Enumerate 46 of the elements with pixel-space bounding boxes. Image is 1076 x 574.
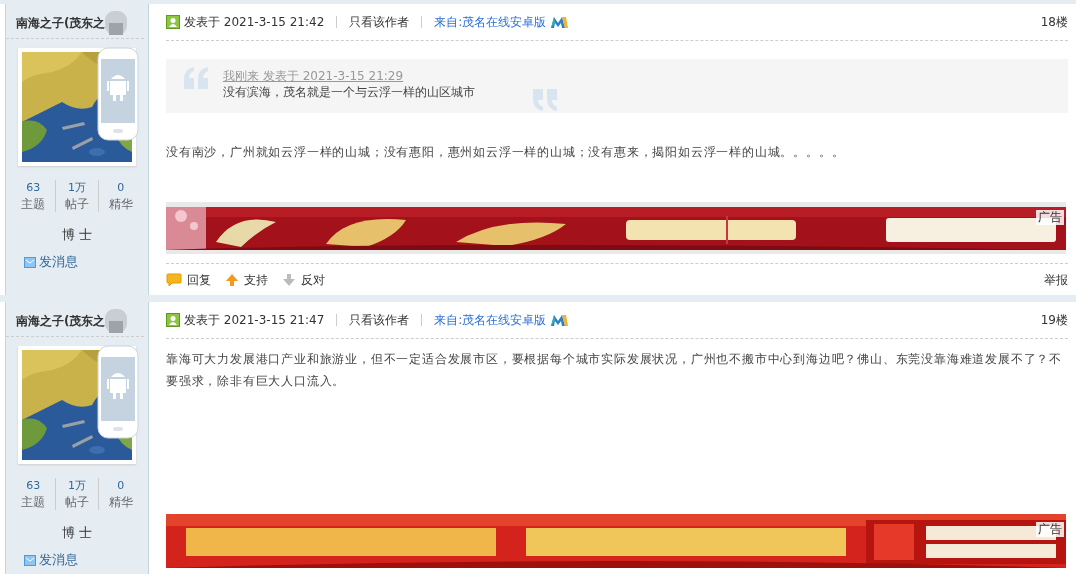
ad-label: 广告 xyxy=(1036,210,1064,225)
stat-value[interactable]: 63 xyxy=(26,180,41,196)
quote-open-icon xyxy=(184,67,210,89)
stat-label: 精华 xyxy=(108,494,133,510)
user-icon xyxy=(166,313,180,327)
send-message-link[interactable]: 发消息 xyxy=(39,253,78,271)
stat-value[interactable]: 1万 xyxy=(68,180,86,196)
speech-bubble-icon xyxy=(166,273,182,287)
quote-text: 没有滨海，茂名就是一个与云浮一样的山区城市 xyxy=(223,84,475,101)
stat-label: 主题 xyxy=(21,494,46,510)
post-time: 发表于 2021-3-15 21:47 xyxy=(184,311,325,329)
author-only-link[interactable]: 只看该作者 xyxy=(349,13,410,31)
stat-value[interactable]: 63 xyxy=(26,478,41,494)
down-button[interactable]: 反对 xyxy=(282,271,325,289)
user-rank: 博 士 xyxy=(60,524,94,542)
report-link[interactable]: 举报 xyxy=(1044,271,1068,289)
envelope-icon xyxy=(24,256,36,268)
source-link[interactable]: 来自:茂名在线安卓版 xyxy=(434,13,547,31)
send-message-link[interactable]: 发消息 xyxy=(39,551,78,569)
stat-label: 主题 xyxy=(21,196,46,212)
stat-value[interactable]: 1万 xyxy=(68,478,86,494)
stat-label: 精华 xyxy=(108,196,133,212)
floor-number[interactable]: 18楼 xyxy=(1040,13,1068,31)
user-rank: 博 士 xyxy=(60,226,94,244)
stat-value[interactable]: 0 xyxy=(117,478,125,494)
ad-label: 广告 xyxy=(1036,522,1064,537)
post-text: 没有南沙，广州就如云浮一样的山城；没有惠阳，惠州如云浮一样的山城；没有惠来，揭阳如云浮一样的山城。。。。。 xyxy=(166,144,846,161)
overlay-icon xyxy=(105,11,128,35)
quote-close-icon xyxy=(531,89,557,111)
floor-number[interactable]: 19楼 xyxy=(1040,311,1068,329)
author-only-link[interactable]: 只看该作者 xyxy=(349,311,410,329)
arrow-down-icon xyxy=(282,273,296,287)
up-button[interactable]: 支持 xyxy=(225,271,268,289)
overlay-icon xyxy=(105,309,128,333)
stat-value[interactable]: 0 xyxy=(117,180,125,196)
post-time: 发表于 2021-3-15 21:42 xyxy=(184,13,325,31)
reply-button[interactable]: 回复 xyxy=(166,271,211,289)
post-text: 靠海可大力发展港口产业和旅游业，但不一定适合发展市区，要根据每个城市实际发展状况，广州也不搬市中心到海边吧？佛山、东莞没靠海难道发展不了？不要强求，除非有巨大人口流入。 xyxy=(166,351,1063,390)
username[interactable]: 南海之子(茂东之 xyxy=(16,15,106,32)
user-icon xyxy=(166,15,180,29)
arrow-up-icon xyxy=(225,273,239,287)
username[interactable]: 南海之子(茂东之 xyxy=(16,313,106,330)
source-link[interactable]: 来自:茂名在线安卓版 xyxy=(434,311,547,329)
stat-label: 帖子 xyxy=(65,494,89,510)
stat-label: 帖子 xyxy=(65,196,89,212)
envelope-icon xyxy=(24,554,36,566)
